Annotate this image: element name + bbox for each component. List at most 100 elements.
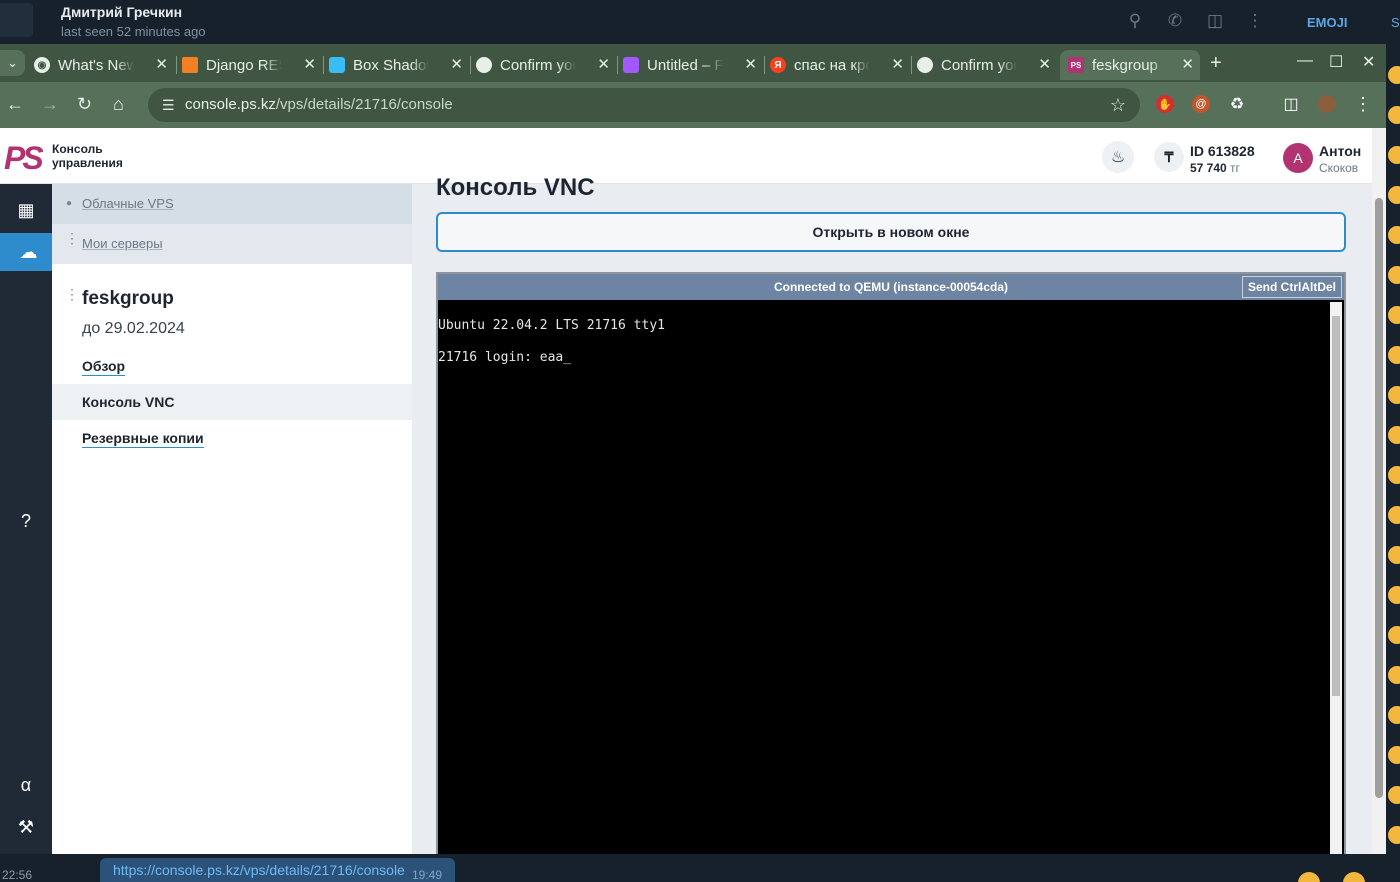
chat-last-seen: last seen 52 minutes ago	[61, 24, 206, 39]
stickers-tab[interactable]: S	[1391, 15, 1400, 30]
maximize-icon[interactable]: ☐	[1329, 52, 1343, 72]
browser-tab[interactable]: Django REST ✕	[182, 50, 322, 80]
emoji-icon[interactable]	[1388, 226, 1400, 244]
sidebar-link-backups[interactable]: Резервные копии	[82, 430, 204, 448]
close-icon[interactable]: ✕	[1181, 55, 1194, 73]
emoji-icon[interactable]	[1388, 106, 1400, 124]
browser-tab[interactable]: Confirm your ✕	[917, 50, 1057, 80]
apps-grid-icon[interactable]: ▦	[0, 191, 52, 229]
send-ctrl-alt-del-button[interactable]: Send CtrlAltDel	[1241, 276, 1342, 298]
close-icon[interactable]: ✕	[155, 55, 168, 73]
browser-tab[interactable]: Я спас на кро ✕	[770, 50, 910, 80]
close-icon[interactable]: ✕	[450, 55, 463, 73]
breadcrumb-link[interactable]: Облачные VPS	[82, 196, 174, 211]
emoji-icon[interactable]	[1388, 146, 1400, 164]
notifications-bell-icon[interactable]: ♨	[1102, 141, 1134, 173]
user-avatar[interactable]: А	[1283, 143, 1313, 173]
message-link[interactable]: https://console.ps.kz/vps/details/21716/…	[113, 862, 405, 878]
browser-tab[interactable]: Confirm your ✕	[476, 50, 616, 80]
translate-icon[interactable]: α	[0, 766, 52, 804]
emoji-tab[interactable]: EMOJI	[1307, 15, 1347, 30]
page-scrollbar-thumb[interactable]	[1375, 198, 1383, 798]
emoji-icon[interactable]	[1388, 746, 1400, 764]
breadcrumb-link[interactable]: Мои серверы	[82, 236, 163, 251]
vnc-viewer[interactable]: Connected to QEMU (instance-00054cda) Se…	[436, 272, 1346, 854]
account-balance: 57 740 тг	[1190, 161, 1240, 175]
account-id[interactable]: ID 613828	[1190, 143, 1255, 159]
minimize-icon[interactable]: —	[1297, 52, 1313, 70]
emoji-icon[interactable]	[1388, 186, 1400, 204]
vnc-terminal[interactable]: Ubuntu 22.04.2 LTS 21716 tty1 21716 logi…	[438, 300, 1328, 854]
bookmark-star-icon[interactable]: ☆	[1110, 95, 1126, 116]
emoji-icon[interactable]	[1388, 466, 1400, 484]
terminal-line: 21716 login: eaa_	[438, 350, 572, 365]
phone-icon[interactable]: ✆	[1164, 10, 1186, 32]
side-panel-icon[interactable]: ◫	[1282, 95, 1300, 113]
emoji-icon[interactable]	[1388, 346, 1400, 364]
close-window-icon[interactable]: ✕	[1362, 52, 1375, 72]
ps-icon: PS	[1068, 57, 1084, 73]
tab-search-chevron-icon[interactable]: ⌄	[0, 50, 25, 76]
help-icon[interactable]: ?	[0, 502, 52, 540]
telegram-back-button[interactable]	[0, 3, 33, 37]
reload-icon[interactable]: ↻	[77, 94, 92, 115]
browser-menu-icon[interactable]: ⋮	[1354, 94, 1372, 114]
emoji-icon[interactable]	[1388, 826, 1400, 844]
close-icon[interactable]: ✕	[303, 55, 316, 73]
more-vertical-icon[interactable]: ⋮	[1244, 10, 1266, 32]
vnc-scrollbar-thumb[interactable]	[1332, 316, 1340, 696]
extension-icon[interactable]: @	[1192, 95, 1210, 113]
emoji-icon[interactable]	[1388, 626, 1400, 644]
page-scrollbar[interactable]	[1372, 128, 1386, 854]
emoji-icon[interactable]	[1388, 586, 1400, 604]
wallet-icon[interactable]: ₸	[1154, 142, 1184, 172]
sidebar-toggle-icon[interactable]: ◫	[1204, 10, 1226, 32]
close-icon[interactable]: ✕	[597, 55, 610, 73]
emoji-panel-strip	[1386, 66, 1400, 882]
adblock-extension-icon[interactable]: ✋	[1156, 95, 1174, 113]
browser-tab[interactable]: ◉ What's New ✕	[34, 50, 174, 80]
close-icon[interactable]: ✕	[891, 55, 904, 73]
user-last-name: Скоков	[1319, 161, 1359, 175]
home-icon[interactable]: ⌂	[113, 94, 124, 115]
user-first-name[interactable]: Антон	[1319, 143, 1361, 159]
sidebar-link-vnc[interactable]: Консоль VNC	[52, 384, 412, 420]
cloud-servers-icon[interactable]: ☁	[0, 233, 57, 271]
close-icon[interactable]: ✕	[1038, 55, 1051, 73]
emoji-icon[interactable]	[1388, 666, 1400, 684]
emoji-icon[interactable]	[1388, 386, 1400, 404]
extensions-puzzle-icon[interactable]: ♻	[1228, 95, 1246, 113]
search-icon[interactable]: ⚲	[1124, 10, 1146, 32]
sidebar-link-overview[interactable]: Обзор	[82, 358, 126, 376]
browser-tab[interactable]: Untitled – F ✕	[623, 50, 763, 80]
emoji-icon[interactable]	[1388, 66, 1400, 84]
site-header: PS Консоль управления ♨ ₸ ID 613828 57 7…	[0, 128, 1386, 184]
emoji-icon[interactable]	[1388, 426, 1400, 444]
address-bar[interactable]: ☰ console.ps.kz/vps/details/21716/consol…	[148, 88, 1140, 122]
telegram-chat-header: Дмитрий Гречкин last seen 52 minutes ago…	[0, 0, 1400, 44]
emoji-icon[interactable]	[1388, 506, 1400, 524]
back-arrow-icon[interactable]: ←	[6, 94, 24, 115]
close-icon[interactable]: ✕	[744, 55, 757, 73]
stackoverflow-icon	[182, 57, 198, 73]
profile-avatar-icon[interactable]	[1318, 95, 1336, 113]
address-url[interactable]: console.ps.kz/vps/details/21716/console	[185, 96, 453, 113]
emoji-icon[interactable]	[1388, 306, 1400, 324]
emoji-icon[interactable]	[1388, 786, 1400, 804]
browser-tab-active[interactable]: PS feskgroup ✕	[1060, 50, 1200, 80]
ps-logo[interactable]: PS	[4, 140, 44, 177]
emoji-icon[interactable]	[1388, 546, 1400, 564]
emoji-icon[interactable]	[1388, 706, 1400, 724]
browser-tab[interactable]: Box Shadow ✕	[329, 50, 469, 80]
site-settings-icon[interactable]: ☰	[162, 97, 175, 114]
settings-tools-icon[interactable]: ⚒	[0, 808, 52, 846]
vnc-scrollbar[interactable]	[1330, 302, 1342, 854]
open-new-window-button[interactable]: Открыть в новом окне	[436, 212, 1346, 252]
chat-header-icons: ⚲ ✆ ◫ ⋮	[1124, 10, 1266, 32]
emoji-icon[interactable]	[1388, 266, 1400, 284]
chat-contact-name[interactable]: Дмитрий Гречкин	[61, 4, 182, 20]
new-tab-plus-icon[interactable]: +	[1210, 52, 1222, 75]
forward-arrow-icon[interactable]: →	[41, 94, 59, 115]
web-page: PS Консоль управления ♨ ₸ ID 613828 57 7…	[0, 128, 1386, 854]
breadcrumb-my-servers: ⋮ Мои серверы	[52, 224, 412, 264]
